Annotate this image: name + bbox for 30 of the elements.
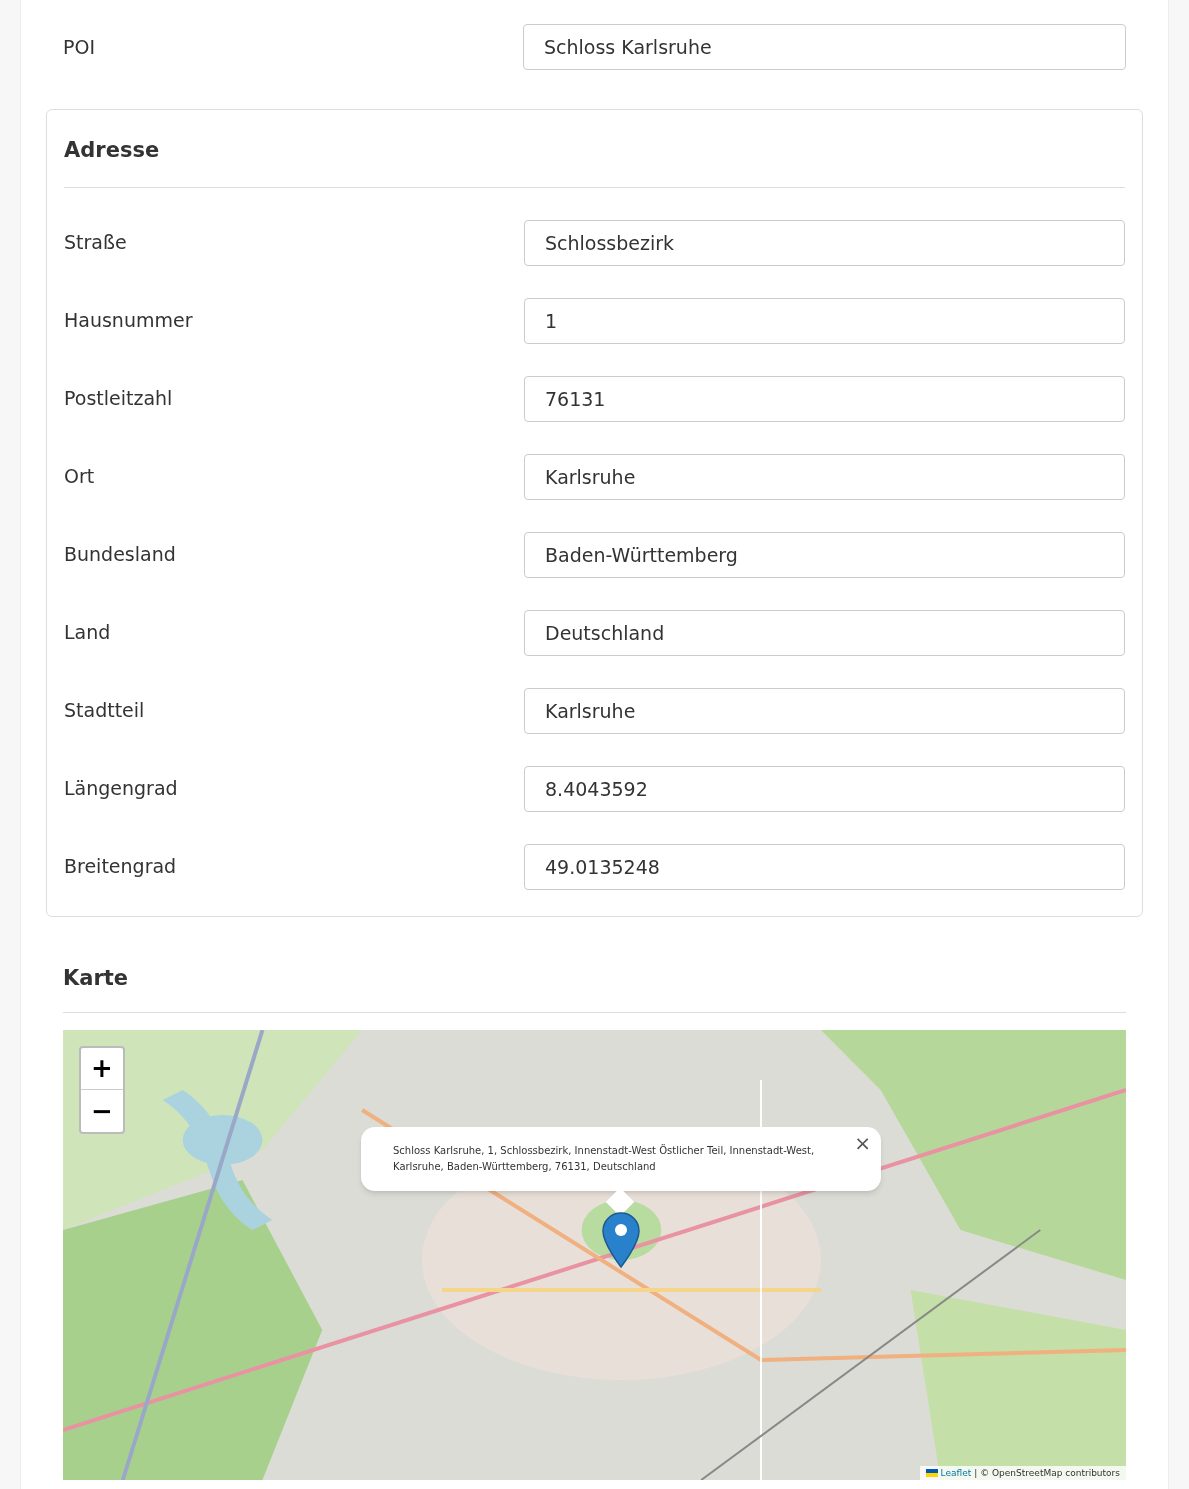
input-field[interactable]: 1 (524, 297, 1125, 344)
field-label: Land (64, 620, 112, 646)
field-label: Bundesland (64, 542, 177, 568)
input-field[interactable]: Schloss Karlsruhe (523, 24, 1126, 70)
input-field[interactable]: Baden-Württemberg (524, 531, 1125, 578)
attribution-text: | © OpenStreetMap contributors (974, 1467, 1120, 1480)
field-label: POI (63, 34, 97, 60)
input-field[interactable]: 49.0135248 (524, 843, 1125, 890)
field-label: Längengrad (64, 776, 179, 802)
popup-text: Schloss Karlsruhe, 1, Schlossbezirk, Innenstadt-West Östlicher Teil, Innenstadt-West, Karlsruhe, Baden-Württemberg, 76131, Deutschland (393, 1143, 816, 1174)
input-field[interactable]: Karlsruhe (524, 687, 1125, 734)
field-label: Ort (64, 464, 96, 490)
field-label: Hausnummer (64, 308, 194, 334)
field-label: Straße (64, 230, 128, 256)
input-field[interactable]: 76131 (524, 375, 1125, 422)
zoom-out-button[interactable]: − (81, 1090, 123, 1132)
input-field[interactable]: Deutschland (524, 609, 1125, 656)
field-label: Postleitzahl (64, 386, 174, 412)
section-heading: Adresse (64, 110, 1125, 188)
input-field[interactable]: 8.4043592 (524, 765, 1125, 812)
input-field[interactable]: Schlossbezirk (524, 219, 1125, 266)
attribution-link[interactable]: Leaflet (940, 1466, 972, 1480)
section-heading: Karte (63, 916, 1126, 1013)
close-button[interactable]: × (854, 1133, 871, 1153)
map-marker-icon (602, 1212, 640, 1268)
zoom-in-button[interactable]: + (81, 1048, 123, 1090)
flag-icon (925, 1469, 938, 1477)
field-label: Stadtteil (64, 698, 146, 724)
input-field[interactable]: Karlsruhe (524, 453, 1125, 500)
field-label: Breitengrad (64, 854, 178, 880)
